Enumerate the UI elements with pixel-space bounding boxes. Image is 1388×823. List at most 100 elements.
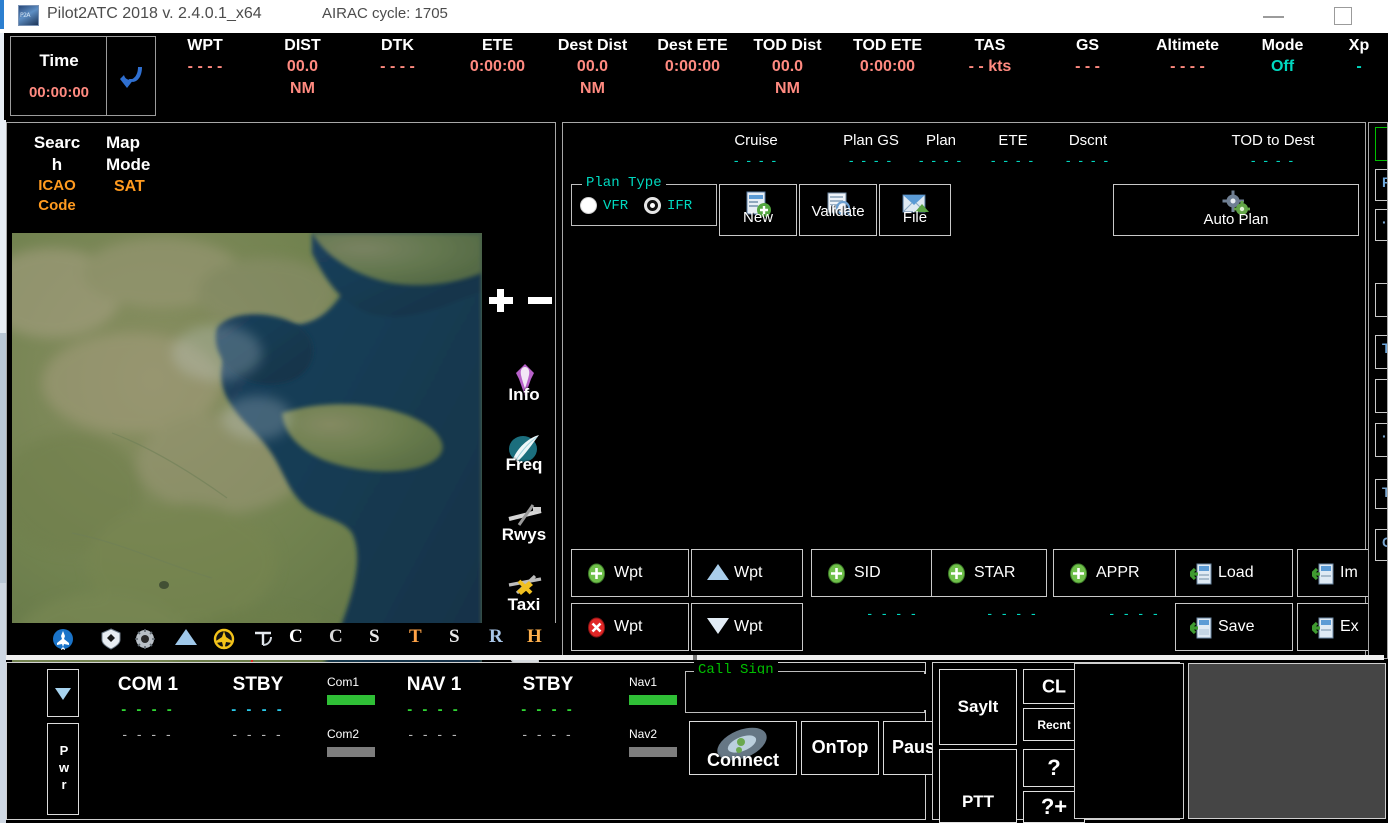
plan-stat-label: Plan — [911, 131, 971, 150]
add-star-button[interactable]: STAR — [931, 549, 1047, 597]
heliport-icon[interactable] — [252, 628, 274, 655]
callsign-input[interactable] — [688, 674, 926, 710]
plan-stat-value: - - - - — [911, 150, 971, 170]
radio-active-frequency[interactable]: - - - - — [203, 697, 313, 723]
gear-ndb-icon[interactable] — [134, 628, 156, 655]
plan-stat-label: Cruise — [721, 131, 791, 150]
plan-action-label: Save — [1218, 617, 1254, 637]
status-cell-tod-ete: TOD ETE0:00:00 — [840, 36, 935, 78]
right-panel-button-4[interactable]: T — [1375, 335, 1388, 369]
new-plan-button[interactable]: New — [719, 184, 797, 236]
delete-wpt-button[interactable]: Wpt — [571, 603, 689, 651]
auto-plan-button[interactable]: Auto Plan — [1113, 184, 1359, 236]
ontop-button[interactable]: OnTop — [801, 721, 879, 775]
connect-button[interactable]: Connect — [689, 721, 797, 775]
map-tool-info[interactable]: Info — [493, 359, 555, 429]
right-panel-button-5[interactable] — [1375, 379, 1388, 413]
export-icon — [1312, 617, 1333, 638]
status-cell-label: TOD ETE — [840, 36, 935, 56]
move-up-icon — [706, 563, 727, 584]
move-wpt-down-button[interactable]: Wpt — [691, 603, 803, 651]
nav-selector-bar-1[interactable] — [629, 747, 677, 757]
com-selector-bar-1[interactable] — [327, 747, 375, 757]
layer-toggle-s-2[interactable]: S — [369, 626, 380, 648]
layer-toggle-r-5[interactable]: R — [489, 626, 503, 648]
load-plan-button[interactable]: Load — [1175, 549, 1293, 597]
search-mode-value[interactable]: ICAOCode — [24, 176, 90, 216]
status-cell-dtk: DTK- - - - — [350, 36, 445, 78]
plan-stat-plan-gs: Plan GS- - - - — [831, 131, 911, 170]
sayit-label: SayIt — [940, 697, 1016, 717]
map-tool-rwys[interactable]: Rwys — [493, 499, 555, 569]
right-side-panel: Fl · T · Ta C — [1368, 122, 1388, 659]
status-cell-value: 00.0 — [255, 56, 350, 78]
right-panel-button-1[interactable]: Fl — [1375, 169, 1388, 201]
radio-active-frequency[interactable]: - - - - — [493, 697, 603, 723]
radio-active-frequency[interactable]: - - - - — [379, 697, 489, 723]
right-panel-button-6[interactable]: · — [1375, 423, 1388, 457]
status-cell-altimete: Altimete- - - - — [1135, 36, 1240, 78]
zoom-in-button[interactable] — [489, 288, 515, 314]
radio-standby-frequency[interactable]: - - - - — [203, 723, 313, 745]
plan-stat-label: TOD to Dest — [1193, 131, 1353, 150]
plan-action-label: Wpt — [734, 563, 762, 583]
minimize-button[interactable] — [1258, 8, 1289, 24]
layer-toggle-c-0[interactable]: C — [289, 626, 303, 648]
status-cell-value: - - - — [1045, 56, 1130, 78]
ifr-radio-label: IFR — [667, 198, 692, 214]
layer-toggle-s-4[interactable]: S — [449, 626, 460, 648]
file-plan-button[interactable]: File — [879, 184, 951, 236]
plan-stat-dscnt: Dscnt- - - - — [1053, 131, 1123, 170]
radio-standby-frequency[interactable]: - - - - — [493, 723, 603, 745]
radio-active-frequency[interactable]: - - - - — [93, 697, 203, 723]
add-wpt-button[interactable]: Wpt — [571, 549, 689, 597]
right-panel-button-8[interactable]: C — [1375, 529, 1388, 561]
panel-splitter[interactable] — [6, 655, 1384, 660]
aircraft-position-icon[interactable] — [52, 628, 74, 655]
zoom-out-button[interactable] — [528, 288, 554, 314]
nav-selector: Nav1Nav2 — [629, 673, 687, 757]
maximize-button[interactable] — [1330, 5, 1358, 27]
status-cell-label: TAS — [940, 36, 1040, 56]
layer-toggle-c-1[interactable]: C — [329, 626, 343, 648]
sayit-button[interactable]: SayIt — [939, 669, 1017, 745]
panel-collapse-button[interactable] — [47, 669, 79, 717]
validate-plan-button[interactable]: Validate — [799, 184, 877, 236]
power-button[interactable]: Pwr — [47, 723, 79, 815]
status-cell-label: Dest ETE — [645, 36, 740, 56]
atc-text-box[interactable] — [1188, 663, 1386, 819]
procedure-value-2: - - - - — [1055, 605, 1215, 621]
nav-selector-bar-0[interactable] — [629, 695, 677, 705]
move-wpt-up-button[interactable]: Wpt — [691, 549, 803, 597]
plan-stat-cruise: Cruise- - - - — [721, 131, 791, 170]
ontop-label: OnTop — [802, 737, 878, 758]
layer-toggle-t-3[interactable]: T — [409, 626, 422, 648]
plan-type-legend: Plan Type — [582, 175, 666, 191]
right-panel-button-0[interactable] — [1375, 127, 1388, 161]
message-log-box[interactable] — [1074, 663, 1184, 819]
airport-icon[interactable] — [212, 628, 236, 655]
radio-standby-frequency[interactable]: - - - - — [379, 723, 489, 745]
radio-standby-frequency[interactable]: - - - - — [93, 723, 203, 745]
shield-vor-icon[interactable] — [100, 628, 122, 655]
chevron-down-icon — [55, 688, 71, 700]
right-panel-button-7[interactable]: Ta — [1375, 479, 1388, 509]
plan-action-label: Wpt — [614, 617, 642, 637]
right-panel-button-3[interactable] — [1375, 283, 1388, 317]
validate-label: Validate — [800, 203, 876, 220]
map-layer-bar: CCSTSRHL — [8, 623, 556, 658]
status-cell-value: - - - - — [160, 56, 250, 78]
callsign-group: Call Sign — [685, 671, 925, 713]
intersection-icon[interactable] — [174, 628, 198, 651]
import-icon — [1312, 563, 1333, 584]
radio-column-stby-3: STBY- - - -- - - - — [493, 673, 603, 745]
map-mode-value[interactable]: SAT — [114, 176, 172, 197]
com-selector-bar-0[interactable] — [327, 695, 375, 705]
right-panel-button-2[interactable]: · — [1375, 209, 1388, 241]
map-tool-freq[interactable]: Freq — [493, 429, 555, 499]
ptt-button[interactable]: PTT — [939, 749, 1017, 823]
reset-arrow-icon[interactable] — [108, 37, 156, 115]
plan-action-label: Wpt — [734, 617, 762, 637]
layer-toggle-h-6[interactable]: H — [527, 626, 542, 648]
map-tool-label: Rwys — [493, 525, 555, 545]
